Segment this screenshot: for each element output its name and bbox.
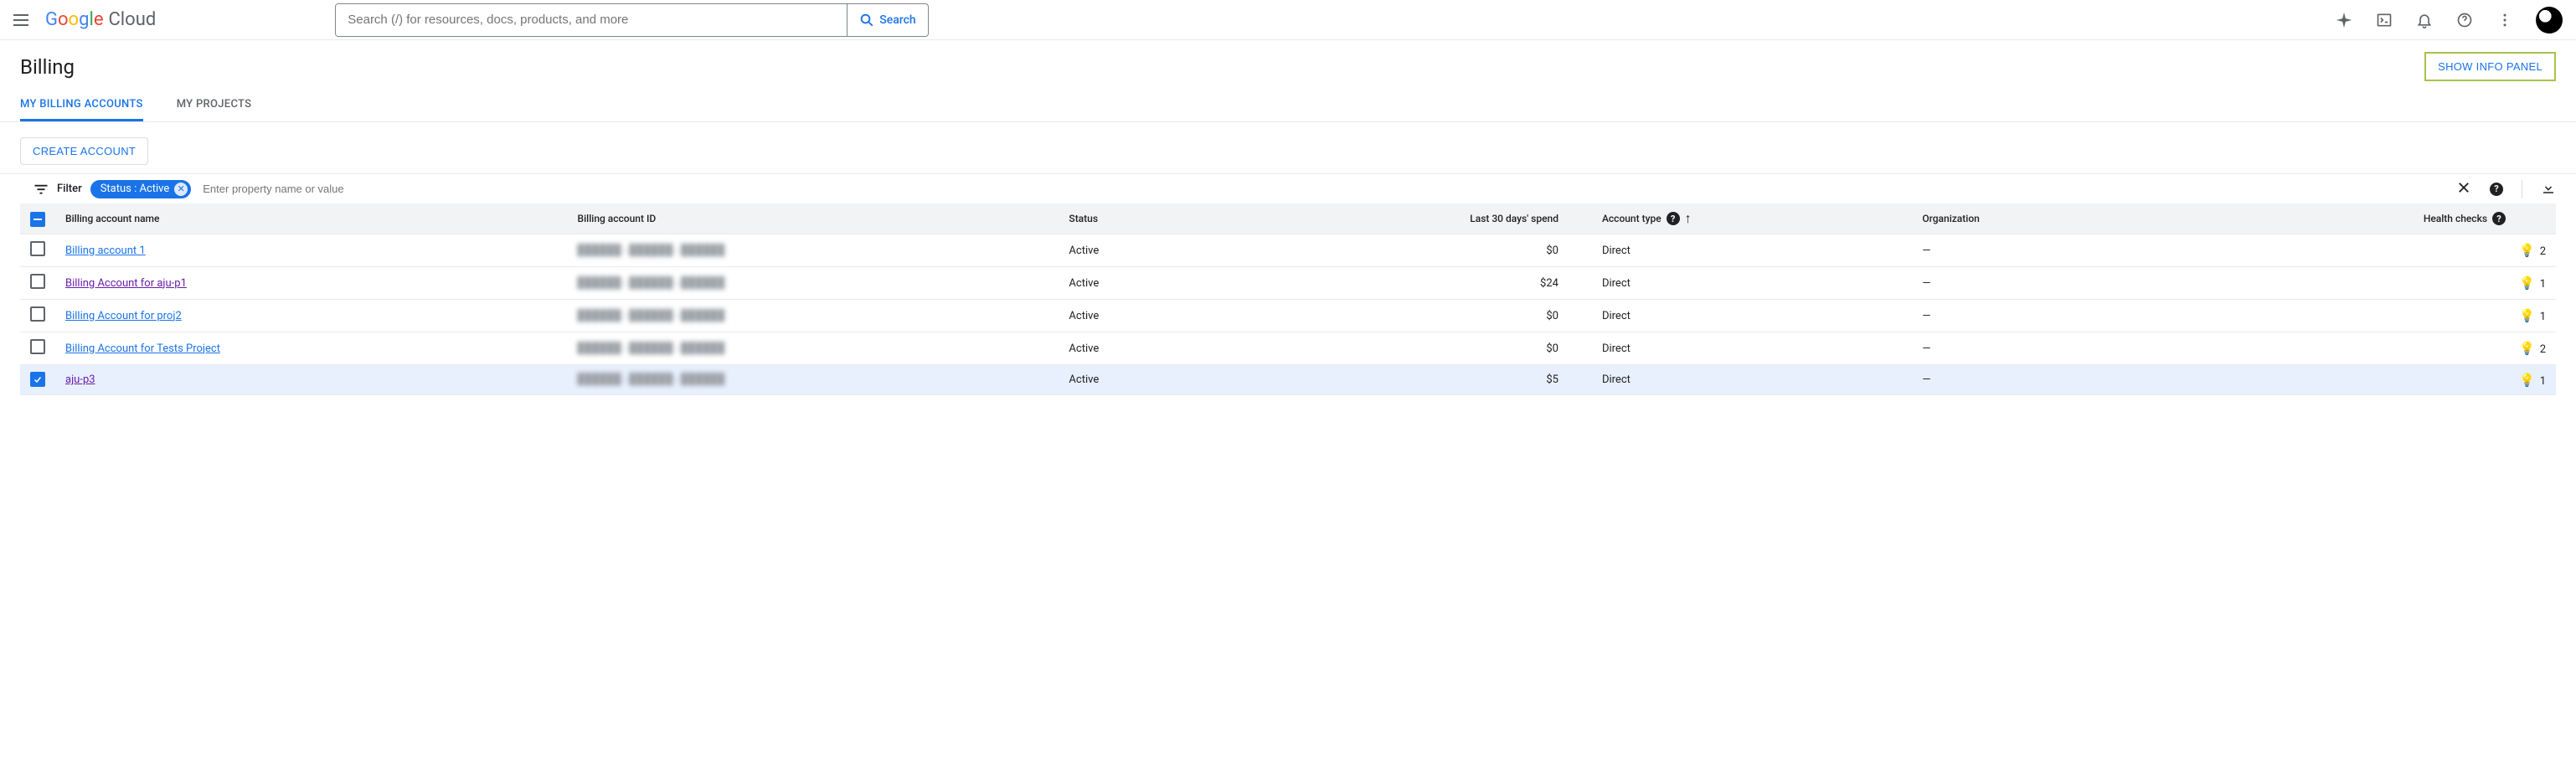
- filter-chip-status-active[interactable]: Status : Active ✕: [90, 180, 192, 198]
- col-health-label: Health checks: [2424, 213, 2487, 224]
- lightbulb-icon: 💡: [2519, 341, 2535, 356]
- billing-account-link[interactable]: Billing Account for Tests Project: [65, 342, 220, 355]
- type-cell: Direct: [1592, 365, 1912, 395]
- spend-cell: $0: [1205, 234, 1592, 267]
- type-cell: Direct: [1592, 332, 1912, 365]
- search-input[interactable]: [336, 4, 847, 36]
- billing-account-link[interactable]: Billing Account for proj2: [65, 310, 182, 322]
- action-bar: CREATE ACCOUNT: [0, 122, 2576, 173]
- row-checkbox[interactable]: [30, 241, 45, 256]
- header-right-icons: [2335, 7, 2563, 33]
- type-cell: Direct: [1592, 234, 1912, 267]
- col-type-label: Account type: [1602, 213, 1662, 224]
- google-cloud-logo[interactable]: Google Cloud: [45, 9, 156, 30]
- table-row: Billing Account for Tests Project ██████…: [20, 332, 2556, 365]
- lightbulb-icon: 💡: [2519, 243, 2535, 258]
- col-type[interactable]: Account type ? ↑: [1592, 203, 1912, 234]
- billing-account-link[interactable]: aju-p3: [65, 373, 95, 386]
- create-account-button[interactable]: CREATE ACCOUNT: [20, 137, 148, 165]
- spend-cell: $0: [1205, 332, 1592, 365]
- select-all-checkbox[interactable]: [30, 212, 45, 227]
- status-cell: Active: [1059, 234, 1205, 267]
- logo-cloud-text: Cloud: [108, 9, 156, 30]
- spend-cell: $24: [1205, 267, 1592, 300]
- health-cell: 💡1: [2139, 300, 2556, 332]
- status-cell: Active: [1059, 300, 1205, 332]
- filter-bar: Filter Status : Active ✕ ?: [0, 173, 2576, 203]
- billing-account-id: ██████-██████-██████: [568, 267, 1059, 300]
- table-row: Billing account 1 ██████-██████-██████ A…: [20, 234, 2556, 267]
- tab-bar: MY BILLING ACCOUNTS MY PROJECTS: [0, 88, 2576, 122]
- title-row: Billing SHOW INFO PANEL: [0, 40, 2576, 88]
- row-checkbox[interactable]: [30, 372, 45, 387]
- help-health-icon[interactable]: ?: [2492, 212, 2506, 225]
- table-header-row: Billing account name Billing account ID …: [20, 203, 2556, 234]
- spend-cell: $0: [1205, 300, 1592, 332]
- tab-my-projects[interactable]: MY PROJECTS: [177, 88, 252, 121]
- row-checkbox[interactable]: [30, 274, 45, 289]
- show-info-panel-button[interactable]: SHOW INFO PANEL: [2424, 52, 2556, 81]
- table-row: aju-p3 ██████-██████-██████ Active $5 Di…: [20, 365, 2556, 395]
- search-bar: Search: [335, 3, 928, 37]
- org-cell: —: [1912, 365, 2139, 395]
- tab-my-billing-accounts[interactable]: MY BILLING ACCOUNTS: [20, 88, 143, 121]
- org-cell: —: [1912, 332, 2139, 365]
- col-id[interactable]: Billing account ID: [568, 203, 1059, 234]
- billing-account-id: ██████-██████-██████: [568, 234, 1059, 267]
- filter-icon[interactable]: [33, 182, 49, 197]
- org-cell: —: [1912, 267, 2139, 300]
- lightbulb-icon: 💡: [2519, 308, 2535, 323]
- type-cell: Direct: [1592, 300, 1912, 332]
- billing-account-id: ██████-██████-██████: [568, 300, 1059, 332]
- col-spend[interactable]: Last 30 days' spend: [1205, 203, 1592, 234]
- cloud-shell-icon[interactable]: [2375, 11, 2393, 29]
- lightbulb-icon: 💡: [2519, 373, 2535, 388]
- health-cell: 💡1: [2139, 365, 2556, 395]
- status-cell: Active: [1059, 267, 1205, 300]
- status-cell: Active: [1059, 332, 1205, 365]
- billing-account-link[interactable]: Billing account 1: [65, 245, 146, 257]
- billing-accounts-table: Billing account name Billing account ID …: [20, 203, 2556, 395]
- col-status[interactable]: Status: [1059, 203, 1205, 234]
- user-avatar[interactable]: [2536, 7, 2563, 33]
- sort-asc-icon[interactable]: ↑: [1685, 210, 1692, 227]
- notifications-icon[interactable]: [2415, 11, 2434, 29]
- help-icon[interactable]: [2455, 11, 2474, 29]
- filter-input[interactable]: [199, 179, 2448, 198]
- filter-label: Filter: [57, 183, 82, 195]
- spend-cell: $5: [1205, 365, 1592, 395]
- download-icon[interactable]: [2541, 180, 2556, 198]
- table-row: Billing Account for proj2 ██████-██████-…: [20, 300, 2556, 332]
- gemini-spark-icon[interactable]: [2335, 11, 2353, 29]
- filter-help-icon[interactable]: ?: [2490, 182, 2503, 196]
- health-cell: 💡1: [2139, 267, 2556, 300]
- billing-account-link[interactable]: Billing Account for aju-p1: [65, 277, 187, 290]
- org-cell: —: [1912, 234, 2139, 267]
- page-title: Billing: [20, 55, 75, 79]
- search-button-label: Search: [879, 13, 915, 27]
- health-cell: 💡2: [2139, 332, 2556, 365]
- hamburger-menu-icon[interactable]: [13, 10, 33, 30]
- chip-remove-icon[interactable]: ✕: [174, 183, 188, 196]
- status-cell: Active: [1059, 365, 1205, 395]
- billing-account-id: ██████-██████-██████: [568, 332, 1059, 365]
- search-button[interactable]: Search: [847, 4, 927, 36]
- more-vert-icon[interactable]: [2496, 11, 2514, 29]
- row-checkbox[interactable]: [30, 339, 45, 354]
- table-row: Billing Account for aju-p1 ██████-██████…: [20, 267, 2556, 300]
- billing-account-id: ██████-██████-██████: [568, 365, 1059, 395]
- top-header: Google Cloud Search: [0, 0, 2576, 40]
- health-cell: 💡2: [2139, 234, 2556, 267]
- search-icon: [859, 13, 874, 28]
- row-checkbox[interactable]: [30, 306, 45, 322]
- filter-chip-label: Status : Active: [100, 183, 170, 195]
- clear-filter-icon[interactable]: [2456, 180, 2471, 198]
- lightbulb-icon: 💡: [2519, 275, 2535, 291]
- col-org[interactable]: Organization: [1912, 203, 2139, 234]
- help-type-icon[interactable]: ?: [1667, 212, 1680, 225]
- col-health[interactable]: Health checks ?: [2139, 203, 2556, 234]
- type-cell: Direct: [1592, 267, 1912, 300]
- col-name[interactable]: Billing account name: [55, 203, 568, 234]
- org-cell: —: [1912, 300, 2139, 332]
